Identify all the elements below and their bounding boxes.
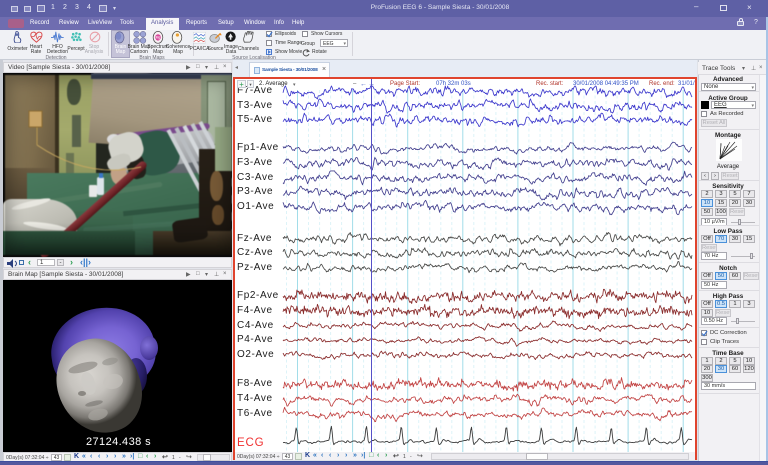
svg-text:Mg: Mg xyxy=(156,36,161,40)
